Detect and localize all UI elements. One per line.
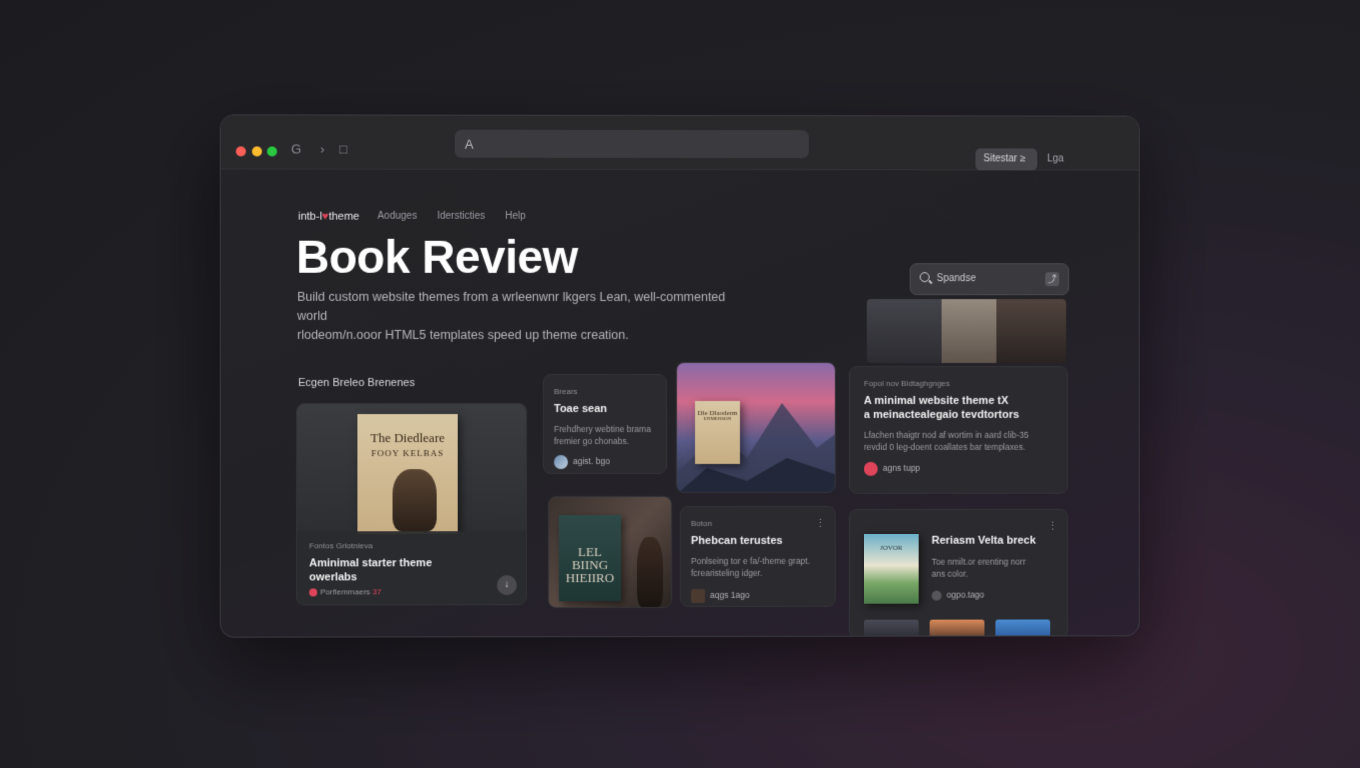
site-nav: intb-l♥theme Aoduges Idersticties Help — [298, 211, 546, 223]
mountain-book-cover: Dle Dlaoderm ENMERSON — [695, 401, 740, 464]
thumbnail[interactable] — [995, 619, 1050, 637]
review-card-toae-sean[interactable]: Brears Toae sean Frehdhery webtine brama… — [543, 374, 667, 474]
search-input[interactable]: Spandse ⤴ — [910, 263, 1069, 295]
review-card-reriasm[interactable]: ⋮ JOVOR Reriasm Velta breck Toe nmilt.or… — [849, 509, 1068, 638]
book-image-card[interactable]: LEL BIING HIEIIRO — [548, 496, 672, 608]
thumbnail[interactable] — [930, 620, 985, 638]
sidebar-icon[interactable]: □ — [339, 142, 347, 157]
book-cover: LEL BIING HIEIIRO — [559, 515, 621, 601]
image-strip — [867, 299, 1066, 363]
forward-icon[interactable]: › — [320, 142, 324, 157]
site-settings-button[interactable]: Sitestar ≥ — [975, 148, 1037, 170]
download-button[interactable]: ↓ — [497, 575, 517, 595]
nav-item-idersticties[interactable]: Idersticties — [437, 211, 485, 223]
search-icon — [920, 272, 930, 282]
maximize-window-button[interactable] — [267, 146, 277, 156]
address-bar[interactable]: A — [455, 130, 809, 158]
minimize-window-button[interactable] — [252, 146, 262, 156]
more-options-icon[interactable]: ⋮ — [815, 517, 826, 530]
review-card-phebcan[interactable]: ⋮ Boton Phebcan terustes Ponlseing tor e… — [680, 506, 836, 607]
featured-review-card[interactable]: The Diedleare FOOY KELBAS Fontos Grlotni… — [296, 403, 527, 605]
browser-window: G › □ A Sitestar ≥ Lga intb-l♥theme Aodu… — [220, 114, 1140, 637]
search-submit-icon[interactable]: ⤴ — [1045, 272, 1059, 286]
nav-item-help[interactable]: Help — [505, 211, 526, 223]
avatar — [554, 455, 568, 469]
avatar — [691, 589, 705, 603]
figure-illustration — [637, 537, 663, 607]
avatar — [309, 588, 317, 596]
avatar — [932, 590, 942, 600]
featured-image: The Diedleare FOOY KELBAS — [297, 404, 526, 534]
title-bar: G › □ A Sitestar ≥ Lga — [221, 115, 1139, 170]
hero-subtitle: Build custom website themes from a wrlee… — [297, 288, 738, 345]
avatar — [864, 462, 878, 476]
site-logo[interactable]: intb-l♥theme — [298, 211, 359, 223]
section-title: Ecgen Breleo Brenenes — [298, 377, 415, 389]
back-icon[interactable]: G — [291, 141, 301, 156]
book-illustration — [393, 469, 437, 531]
more-options-icon[interactable]: ⋮ — [1047, 520, 1058, 533]
thumbnail[interactable] — [864, 620, 919, 638]
book-cover: JOVOR — [864, 534, 919, 604]
login-link[interactable]: Lga — [1047, 153, 1064, 164]
close-window-button[interactable] — [236, 146, 246, 156]
featured-caption: Fontos Grlotnieva Aminimal starter theme… — [297, 531, 526, 605]
nav-item-aoduges[interactable]: Aoduges — [377, 211, 417, 223]
mountain-book-image[interactable]: Dle Dlaoderm ENMERSON — [676, 362, 836, 493]
page-title: Book Review — [296, 230, 578, 284]
review-card-minimal-website[interactable]: Fopol nov Bldtaghgnges A minimal website… — [849, 366, 1068, 494]
